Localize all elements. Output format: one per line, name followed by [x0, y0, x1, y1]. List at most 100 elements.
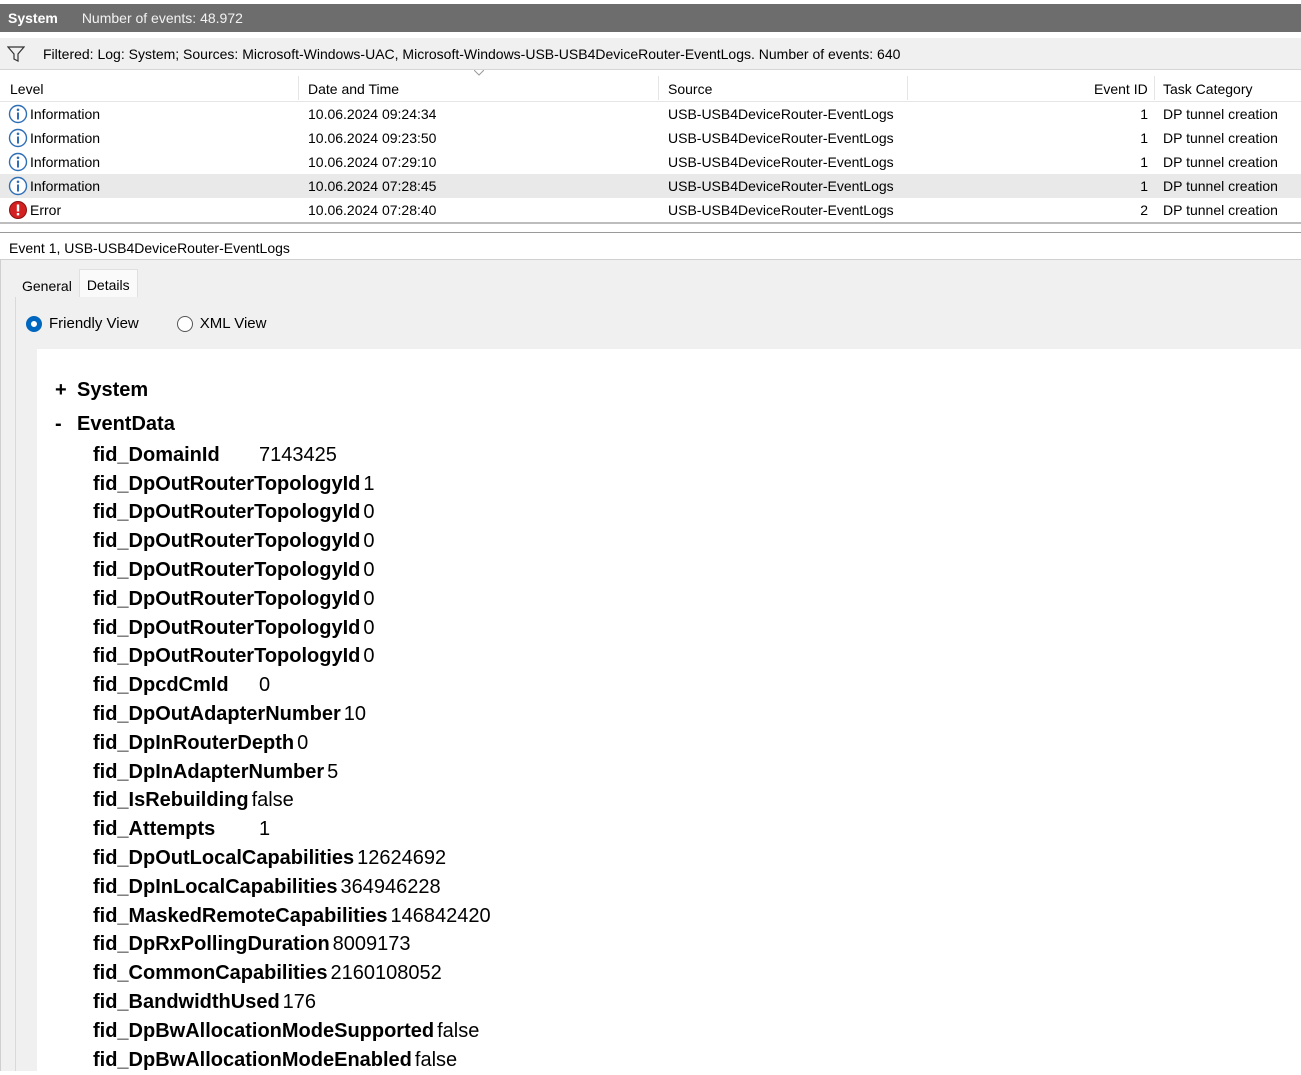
- level-text: Information: [30, 178, 101, 194]
- friendly-view-content: + System - EventData fid_DomainId 7143425…: [37, 349, 1301, 1071]
- field-name: fid_DpOutRouterTopologyId: [93, 616, 361, 639]
- table-row[interactable]: Error 10.06.2024 07:28:40 USB-USB4DeviceRo…: [0, 198, 1301, 222]
- eventdata-field: fid_DpOutRouterTopologyId 0: [93, 643, 491, 672]
- level-cell: Error: [8, 200, 61, 220]
- field-name: fid_MaskedRemoteCapabilities: [93, 904, 388, 927]
- tab-details[interactable]: Details: [78, 269, 138, 297]
- field-name: fid_DpcdCmId: [93, 674, 229, 697]
- level-cell: Information: [8, 176, 100, 196]
- eventdata-field: fid_IsRebuilding false: [93, 787, 491, 816]
- tab-general[interactable]: General: [15, 269, 79, 297]
- eventdata-field: fid_DpOutAdapterNumber 10: [93, 700, 491, 729]
- tree-node-eventdata[interactable]: - EventData: [55, 407, 491, 441]
- tree-node-system[interactable]: + System: [55, 373, 491, 407]
- column-separator[interactable]: [298, 76, 299, 100]
- date-time-cell: 10.06.2024 07:28:45: [308, 178, 437, 194]
- column-separator[interactable]: [658, 76, 659, 100]
- table-row[interactable]: Information 10.06.2024 09:23:50 USB-USB4De…: [0, 126, 1301, 150]
- column-header-event-id[interactable]: Event ID: [1094, 81, 1148, 97]
- radio-unselected-icon[interactable]: [176, 315, 193, 332]
- field-name: fid_DpOutRouterTopologyId: [93, 530, 361, 553]
- column-separator[interactable]: [907, 76, 908, 100]
- source-cell: USB-USB4DeviceRouter-EventLogs: [668, 154, 894, 170]
- column-header-level[interactable]: Level: [10, 81, 43, 97]
- field-name: fid_DomainId: [93, 443, 220, 466]
- field-value: 7143425: [259, 443, 337, 466]
- eventdata-fields: fid_DomainId 7143425 fid_DpOutRouterTopolo…: [93, 441, 491, 1075]
- eventdata-field: fid_DpInRouterDepth 0: [93, 729, 491, 758]
- level-text: Information: [30, 106, 101, 122]
- eventdata-field: fid_DpInLocalCapabilities 364946228: [93, 873, 491, 902]
- xml-view-label[interactable]: XML View: [200, 315, 267, 332]
- table-row[interactable]: Information 10.06.2024 09:24:34 USB-USB4De…: [0, 102, 1301, 126]
- field-value: 176: [282, 991, 317, 1014]
- field-value: 8009173: [332, 933, 411, 956]
- view-mode-selector: Friendly View XML View: [26, 315, 304, 332]
- field-value: 0: [363, 501, 375, 524]
- field-value: 2160108052: [330, 962, 442, 985]
- table-row[interactable]: Information 10.06.2024 07:28:45 USB-USB4De…: [0, 174, 1301, 198]
- field-name: fid_DpInRouterDepth: [93, 731, 295, 754]
- column-header-source[interactable]: Source: [668, 81, 712, 97]
- event-id-cell: 2: [1140, 202, 1148, 218]
- field-name: fid_DpOutAdapterNumber: [93, 703, 341, 726]
- level-cell: Information: [8, 128, 100, 148]
- column-header-task-category[interactable]: Task Category: [1163, 81, 1252, 97]
- field-value: 1: [363, 472, 375, 495]
- friendly-view-label[interactable]: Friendly View: [49, 315, 139, 332]
- field-value: 1: [259, 818, 271, 841]
- eventdata-field: fid_DpRxPollingDuration 8009173: [93, 931, 491, 960]
- field-value: 146842420: [390, 904, 491, 927]
- field-value: 0: [363, 559, 375, 582]
- eventdata-field: fid_DpOutLocalCapabilities 12624692: [93, 844, 491, 873]
- level-text: Error: [30, 202, 62, 218]
- xml-view-radio[interactable]: XML View: [176, 315, 267, 332]
- date-time-cell: 10.06.2024 07:28:40: [308, 202, 437, 218]
- details-tabs: General Details: [15, 269, 138, 297]
- column-separator[interactable]: [1154, 76, 1155, 100]
- field-name: fid_DpInLocalCapabilities: [93, 875, 338, 898]
- field-value: 0: [259, 674, 271, 697]
- expand-icon[interactable]: +: [55, 379, 77, 402]
- field-name: fid_DpInAdapterNumber: [93, 760, 325, 783]
- info-icon: [8, 176, 28, 196]
- eventdata-field: fid_DpOutRouterTopologyId 0: [93, 585, 491, 614]
- date-time-cell: 10.06.2024 09:23:50: [308, 130, 437, 146]
- level-cell: Information: [8, 152, 100, 172]
- level-text: Information: [30, 130, 101, 146]
- task-category-cell: DP tunnel creation: [1163, 178, 1278, 194]
- collapse-icon[interactable]: -: [55, 413, 77, 436]
- field-value: 5: [327, 760, 339, 783]
- source-cell: USB-USB4DeviceRouter-EventLogs: [668, 178, 894, 194]
- details-tab-body: Friendly View XML View + System - EventD…: [15, 297, 1301, 1071]
- task-category-cell: DP tunnel creation: [1163, 202, 1278, 218]
- task-category-cell: DP tunnel creation: [1163, 154, 1278, 170]
- field-value: false: [437, 1019, 480, 1042]
- field-value: 0: [363, 645, 375, 668]
- filter-bar: Filtered: Log: System; Sources: Microsof…: [0, 38, 1301, 76]
- field-name: fid_BandwidthUsed: [93, 991, 280, 1014]
- filter-funnel-icon: [7, 45, 25, 62]
- column-header-date-time[interactable]: Date and Time: [308, 81, 399, 97]
- table-row[interactable]: Information 10.06.2024 07:29:10 USB-USB4De…: [0, 150, 1301, 174]
- field-value: 0: [297, 731, 309, 754]
- date-time-cell: 10.06.2024 07:29:10: [308, 154, 437, 170]
- date-time-cell: 10.06.2024 09:24:34: [308, 106, 437, 122]
- filter-text: Filtered: Log: System; Sources: Microsof…: [43, 45, 901, 62]
- field-value: 12624692: [357, 847, 447, 870]
- field-value: 364946228: [340, 875, 441, 898]
- event-tree: + System - EventData fid_DomainId 7143425…: [55, 373, 491, 1075]
- info-icon: [8, 104, 28, 124]
- event-title: Event 1, USB-USB4DeviceRouter-EventLogs: [0, 232, 1301, 260]
- field-name: fid_DpOutRouterTopologyId: [93, 472, 361, 495]
- field-value: false: [251, 789, 294, 812]
- field-name: fid_CommonCapabilities: [93, 962, 328, 985]
- list-header: Level Date and Time Source Event ID Task…: [0, 72, 1301, 102]
- friendly-view-radio[interactable]: Friendly View: [26, 315, 139, 332]
- eventdata-field: fid_DpBwAllocationModeSupported false: [93, 1017, 491, 1046]
- field-value: 10: [343, 703, 367, 726]
- event-count: Number of events: 48.972: [81, 10, 243, 26]
- eventdata-field: fid_MaskedRemoteCapabilities 146842420: [93, 902, 491, 931]
- event-id-cell: 1: [1140, 130, 1148, 146]
- radio-selected-icon[interactable]: [26, 315, 42, 332]
